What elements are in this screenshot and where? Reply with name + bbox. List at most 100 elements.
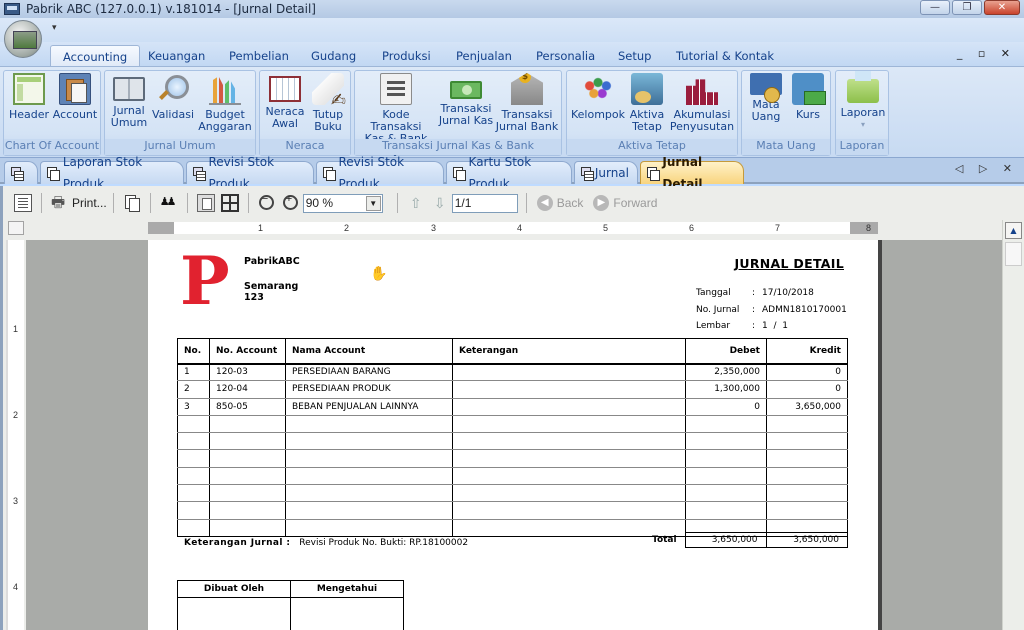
doc-tab-jurnal-detail[interactable]: Jurnal Detail xyxy=(640,155,744,191)
account-button[interactable]: Account xyxy=(52,73,98,121)
minimize-button[interactable]: — xyxy=(920,0,950,15)
chevron-down-icon[interactable]: ▼ xyxy=(365,195,381,211)
row-no xyxy=(177,449,210,468)
row-account-name xyxy=(285,467,453,486)
doc-tab-revisi-stok-produk-1[interactable]: Revisi Stok Produk xyxy=(186,155,314,191)
header-button[interactable]: Header xyxy=(9,73,49,121)
printer-icon[interactable] xyxy=(51,192,69,217)
row-no xyxy=(177,501,210,520)
printer-icon xyxy=(847,71,879,103)
doc-tab-kartu-stok-produk[interactable]: Kartu Stok Produk xyxy=(446,155,572,191)
tab-accounting[interactable]: Accounting xyxy=(50,45,141,67)
row-no: 1 xyxy=(177,363,210,382)
copy-icon[interactable] xyxy=(123,194,141,212)
multi-page-icon[interactable] xyxy=(220,194,239,212)
ruler-corner-button[interactable] xyxy=(8,221,24,235)
signature-cell xyxy=(290,597,404,630)
table-row: 1 120-03 PERSEDIAAN BARANG 2,350,000 0 xyxy=(177,363,848,382)
application-orb-button[interactable] xyxy=(4,20,42,58)
previous-page-icon[interactable]: ⇧ xyxy=(407,194,425,212)
calculator-money-icon xyxy=(792,73,826,105)
tab-navigation-controls[interactable]: ◁ ▷ ✕ xyxy=(955,162,1018,175)
mdi-window-controls[interactable]: _ ▫ ✕ xyxy=(957,47,1016,60)
report-title: JURNAL DETAIL xyxy=(734,256,844,271)
tab-setup[interactable]: Setup xyxy=(606,45,663,67)
next-page-icon[interactable]: ⇩ xyxy=(431,194,449,212)
ruler-number: 1 xyxy=(258,223,264,233)
empty-table-row xyxy=(177,449,848,468)
close-button[interactable]: ✕ xyxy=(984,0,1020,15)
laporan-dropdown-button[interactable]: Laporan ▾ xyxy=(839,71,887,131)
toolbar-separator xyxy=(525,193,527,213)
keterangan-label: Keterangan Jurnal : xyxy=(184,538,291,548)
scroll-up-icon[interactable]: ▲ xyxy=(1005,222,1022,239)
row-account: 120-03 xyxy=(209,363,286,382)
tab-personalia[interactable]: Personalia xyxy=(524,45,607,67)
mengetahui-header: Mengetahui xyxy=(290,580,404,598)
restore-button[interactable]: ❐ xyxy=(952,0,982,15)
tutup-buku-button[interactable]: Tutup Buku xyxy=(308,73,348,133)
ruler-number: 4 xyxy=(517,223,523,233)
zoom-in-icon[interactable] xyxy=(282,193,300,212)
customize-quick-access-button[interactable]: ▾ xyxy=(52,23,57,33)
journal-table: No. No. Account Nama Account Keterangan … xyxy=(177,338,848,537)
transaksi-jurnal-kas-button[interactable]: Transaksi Jurnal Kas xyxy=(437,73,495,127)
company-address-line2: 123 xyxy=(244,292,264,303)
forward-button[interactable]: Forward xyxy=(613,196,657,210)
neraca-awal-button[interactable]: Neraca Awal xyxy=(264,73,306,130)
tab-pembelian[interactable]: Pembelian xyxy=(217,45,301,67)
zoom-select[interactable]: 90 % ▼ xyxy=(302,193,383,213)
row-no xyxy=(177,467,210,486)
budget-anggaran-button[interactable]: Budget Anggaran xyxy=(197,73,253,133)
toolbar-separator xyxy=(41,193,42,213)
scroll-thumb[interactable] xyxy=(1005,242,1022,266)
bar-chart-icon xyxy=(209,76,241,105)
row-account-name xyxy=(285,501,453,520)
document-map-icon[interactable] xyxy=(14,194,32,212)
row-keterangan xyxy=(452,519,686,537)
forward-arrow-icon[interactable]: ▶ xyxy=(593,195,610,211)
doc-tab-revisi-stok-produk-2[interactable]: Revisi Stok Produk xyxy=(316,155,444,191)
jurnal-umum-button[interactable]: Jurnal Umum xyxy=(109,73,149,129)
print-button[interactable]: Print... xyxy=(72,196,107,210)
doc-tab-laporan-stok-produk[interactable]: Laporan Stok Produk xyxy=(40,155,184,191)
row-kredit xyxy=(766,501,848,520)
row-account xyxy=(209,415,286,434)
doc-tab-window-list[interactable] xyxy=(4,161,38,184)
row-debet xyxy=(685,484,767,503)
tab-produksi[interactable]: Produksi xyxy=(370,45,443,67)
row-no xyxy=(177,519,210,537)
row-debet xyxy=(685,415,767,434)
single-page-icon[interactable] xyxy=(196,194,215,212)
doc-tab-jurnal[interactable]: Jurnal xyxy=(574,161,638,184)
tab-penjualan[interactable]: Penjualan xyxy=(444,45,524,67)
money-icon xyxy=(450,81,482,99)
row-account: 120-04 xyxy=(209,380,286,399)
list-icon xyxy=(380,73,412,105)
validasi-button[interactable]: Validasi xyxy=(151,73,195,121)
transaksi-jurnal-bank-button[interactable]: Transaksi Jurnal Bank xyxy=(495,73,559,133)
back-button[interactable]: Back xyxy=(557,196,584,210)
tab-gudang[interactable]: Gudang xyxy=(299,45,368,67)
tab-tutorial-kontak[interactable]: Tutorial & Kontak xyxy=(664,45,786,67)
group-label: Laporan xyxy=(836,139,888,155)
find-binoculars-icon[interactable] xyxy=(160,194,178,212)
page-number-input[interactable]: 1/1 xyxy=(451,193,518,213)
akumulasi-penyusutan-button[interactable]: Akumulasi Penyusutan xyxy=(669,73,735,133)
back-arrow-icon[interactable]: ◀ xyxy=(536,195,553,211)
kelompok-button[interactable]: Kelompok xyxy=(570,73,626,121)
aktiva-tetap-button[interactable]: Aktiva Tetap xyxy=(627,73,667,133)
row-keterangan xyxy=(452,449,686,468)
window-list-icon xyxy=(11,167,24,181)
row-debet xyxy=(685,449,767,468)
kurs-button[interactable]: Kurs xyxy=(788,73,828,121)
horizontal-ruler: 1 2 3 4 5 6 7 8 xyxy=(148,222,878,234)
vertical-scrollbar[interactable]: ▲ xyxy=(1002,220,1024,630)
empty-table-row xyxy=(177,432,848,451)
column-header: No. xyxy=(177,338,210,365)
row-kredit xyxy=(766,449,848,468)
zoom-out-icon[interactable] xyxy=(258,193,276,212)
mata-uang-button[interactable]: Mata Uang xyxy=(746,73,786,123)
tab-keuangan[interactable]: Keuangan xyxy=(136,45,217,67)
group-chart-of-account: Header Account Chart Of Account xyxy=(3,70,101,156)
